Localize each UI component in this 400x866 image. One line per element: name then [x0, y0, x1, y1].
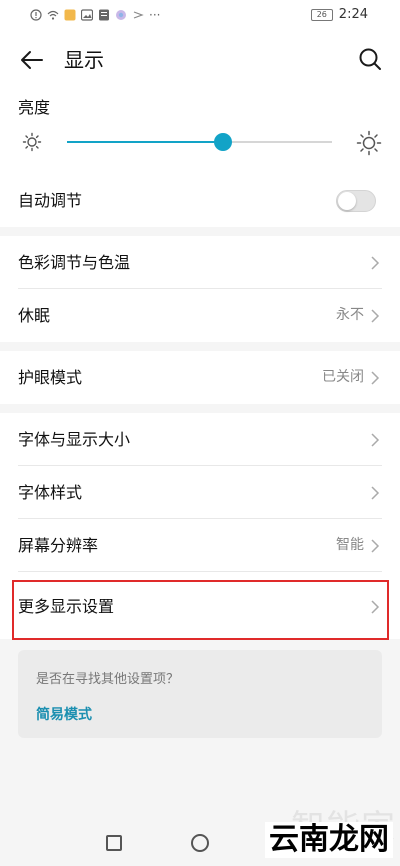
- color-temp-row[interactable]: 色彩调节与色温: [0, 236, 400, 289]
- simple-mode-link[interactable]: 简易模式: [36, 704, 92, 724]
- gallery-icon: [81, 9, 93, 21]
- sleep-value: 永不: [336, 307, 364, 323]
- chevron-right-icon: [371, 256, 380, 270]
- eye-comfort-row[interactable]: 护眼模式 已关闭: [0, 351, 400, 404]
- divider: [18, 571, 382, 572]
- font-style-label: 字体样式: [18, 483, 83, 502]
- wifi-icon: [47, 10, 59, 20]
- highlight-box: [12, 580, 389, 640]
- eye-comfort-label: 护眼模式: [18, 368, 83, 387]
- font-size-row[interactable]: 字体与显示大小: [0, 413, 400, 466]
- brightness-label: 亮度: [18, 98, 51, 117]
- font-size-label: 字体与显示大小: [18, 430, 131, 449]
- resolution-label: 屏幕分辨率: [18, 536, 99, 555]
- brightness-low-icon: [22, 132, 42, 152]
- chevron-right-icon: [371, 486, 380, 500]
- status-time: 2:24: [338, 7, 368, 22]
- chevron-right-icon: [371, 539, 380, 553]
- watermark-bottom: 云南龙网: [265, 822, 393, 858]
- brightness-slider-thumb[interactable]: [214, 133, 233, 151]
- auto-adjust-label: 自动调节: [18, 191, 83, 210]
- alert-icon: [30, 9, 42, 21]
- chevron-right-icon: [371, 371, 380, 385]
- more-indicator: ···: [149, 8, 161, 22]
- sleep-row[interactable]: 休眠 永不: [0, 289, 400, 342]
- toggle-knob: [338, 192, 356, 210]
- notification-icon: [99, 9, 109, 21]
- auto-adjust-row[interactable]: 自动调节: [0, 174, 400, 227]
- notification-icon: [64, 9, 76, 21]
- suggestion-card: 是否在寻找其他设置项？ 简易模式: [18, 650, 382, 738]
- auto-adjust-toggle[interactable]: [336, 190, 376, 212]
- color-temp-label: 色彩调节与色温: [18, 253, 131, 272]
- status-icons: ···: [30, 8, 160, 22]
- status-bar: ··· 26 2:24: [0, 0, 400, 32]
- status-right: 26 2:24: [310, 7, 368, 22]
- brightness-slider-fill: [67, 141, 224, 143]
- page-title: 显示: [64, 48, 104, 72]
- recent-apps-button[interactable]: [106, 835, 122, 851]
- display-panel-2: 护眼模式 已关闭: [0, 351, 400, 404]
- eye-comfort-value: 已关闭: [322, 369, 364, 385]
- brightness-panel: 亮度 自动调节: [0, 90, 400, 227]
- sleep-label: 休眠: [18, 306, 51, 325]
- app-header: 显示: [0, 32, 400, 90]
- brightness-high-icon: [356, 130, 382, 156]
- display-panel-1: 色彩调节与色温 休眠 永不: [0, 236, 400, 342]
- app-icon: [116, 10, 126, 20]
- cast-icon: [133, 11, 144, 19]
- home-button[interactable]: [191, 834, 209, 852]
- brightness-slider[interactable]: [67, 133, 332, 151]
- battery-icon: 26: [310, 8, 333, 21]
- search-icon[interactable]: [356, 45, 384, 73]
- suggestion-question: 是否在寻找其他设置项？: [36, 672, 180, 687]
- resolution-row[interactable]: 屏幕分辨率 智能: [0, 519, 400, 572]
- chevron-right-icon: [371, 309, 380, 323]
- chevron-right-icon: [371, 433, 380, 447]
- resolution-value: 智能: [336, 537, 364, 553]
- arrow-left-icon[interactable]: [18, 46, 46, 74]
- font-style-row[interactable]: 字体样式: [0, 466, 400, 519]
